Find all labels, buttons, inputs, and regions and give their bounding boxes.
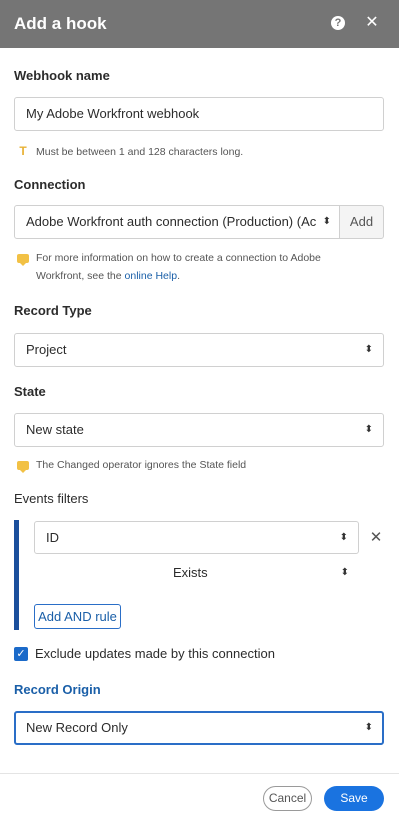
online-help-link[interactable]: online Help [125,270,178,282]
dialog-title: Add a hook [14,14,107,33]
record-type-value: Project [26,342,67,357]
connection-hint: For more information on how to create a … [17,249,367,285]
events-filters-label: Events filters [14,491,89,506]
filter-field-select[interactable]: ID ⬍ [34,521,359,554]
exclude-updates-checkbox[interactable]: ✓ [14,647,28,661]
select-caret-icon: ⬍ [340,567,349,578]
record-origin-label: Record Origin [14,682,101,697]
exclude-updates-label: Exclude updates made by this connection [35,646,275,661]
select-caret-icon: ⬍ [364,344,373,355]
webhook-name-label: Webhook name [14,68,110,83]
add-connection-button[interactable]: Add [339,205,384,239]
add-and-rule-button[interactable]: Add AND rule [34,604,121,629]
save-button[interactable]: Save [324,786,384,811]
filter-operator-value: Exists [173,565,208,580]
filter-field-value: ID [46,530,59,545]
dialog-footer: Cancel Save [0,773,399,824]
filter-operator-select[interactable]: Exists ⬍ [34,562,359,584]
state-label: State [14,384,46,399]
record-origin-select[interactable]: New Record Only ⬍ [14,711,384,745]
connection-value: Adobe Workfront auth connection (Product… [26,214,317,229]
filter-group-bar [14,520,19,630]
connection-select[interactable]: Adobe Workfront auth connection (Product… [14,205,340,239]
info-bubble-icon [17,254,29,266]
select-caret-icon: ⬍ [364,424,373,435]
select-caret-icon: ⬍ [322,216,331,227]
remove-rule-icon[interactable]: ✕ [369,528,383,548]
text-icon: T [19,144,27,158]
record-origin-value: New Record Only [26,720,128,735]
webhook-name-input[interactable]: My Adobe Workfront webhook [14,97,384,131]
state-hint-text: The Changed operator ignores the State f… [36,459,247,471]
close-icon[interactable]: ✕ [364,13,380,33]
webhook-name-hint-text: Must be between 1 and 128 characters lon… [36,146,244,158]
webhook-name-hint: T Must be between 1 and 128 characters lo… [17,142,243,161]
state-select[interactable]: New state ⬍ [14,413,384,447]
state-hint: The Changed operator ignores the State f… [17,456,246,474]
select-caret-icon: ⬍ [364,722,373,733]
connection-label: Connection [14,177,86,192]
connection-hint-suffix: . [177,270,180,282]
state-value: New state [26,422,84,437]
select-caret-icon: ⬍ [339,532,348,543]
dialog-header: Add a hook ? ✕ [0,0,399,48]
info-bubble-icon [17,460,29,473]
record-type-select[interactable]: Project ⬍ [14,333,384,367]
question-circle-icon[interactable]: ? [331,16,345,30]
webhook-name-value: My Adobe Workfront webhook [26,106,200,121]
cancel-button[interactable]: Cancel [263,786,312,811]
record-type-label: Record Type [14,303,92,318]
